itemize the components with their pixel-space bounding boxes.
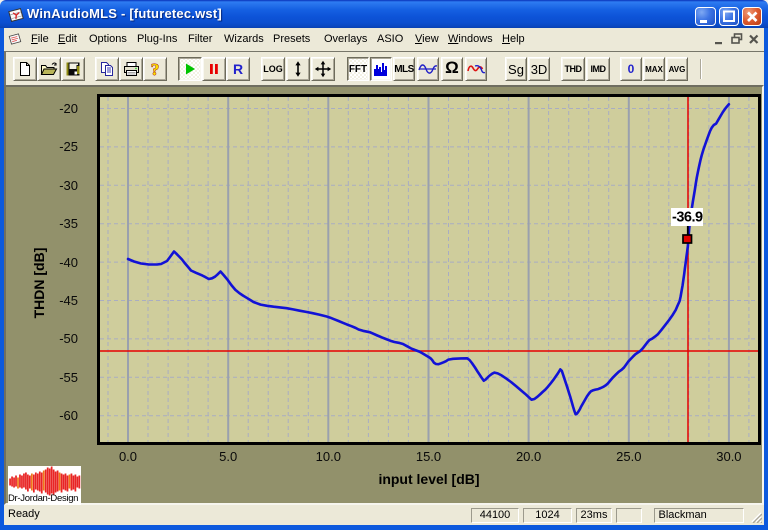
svg-text:?: ? — [151, 61, 160, 77]
svg-text:-36.9: -36.9 — [672, 210, 703, 226]
